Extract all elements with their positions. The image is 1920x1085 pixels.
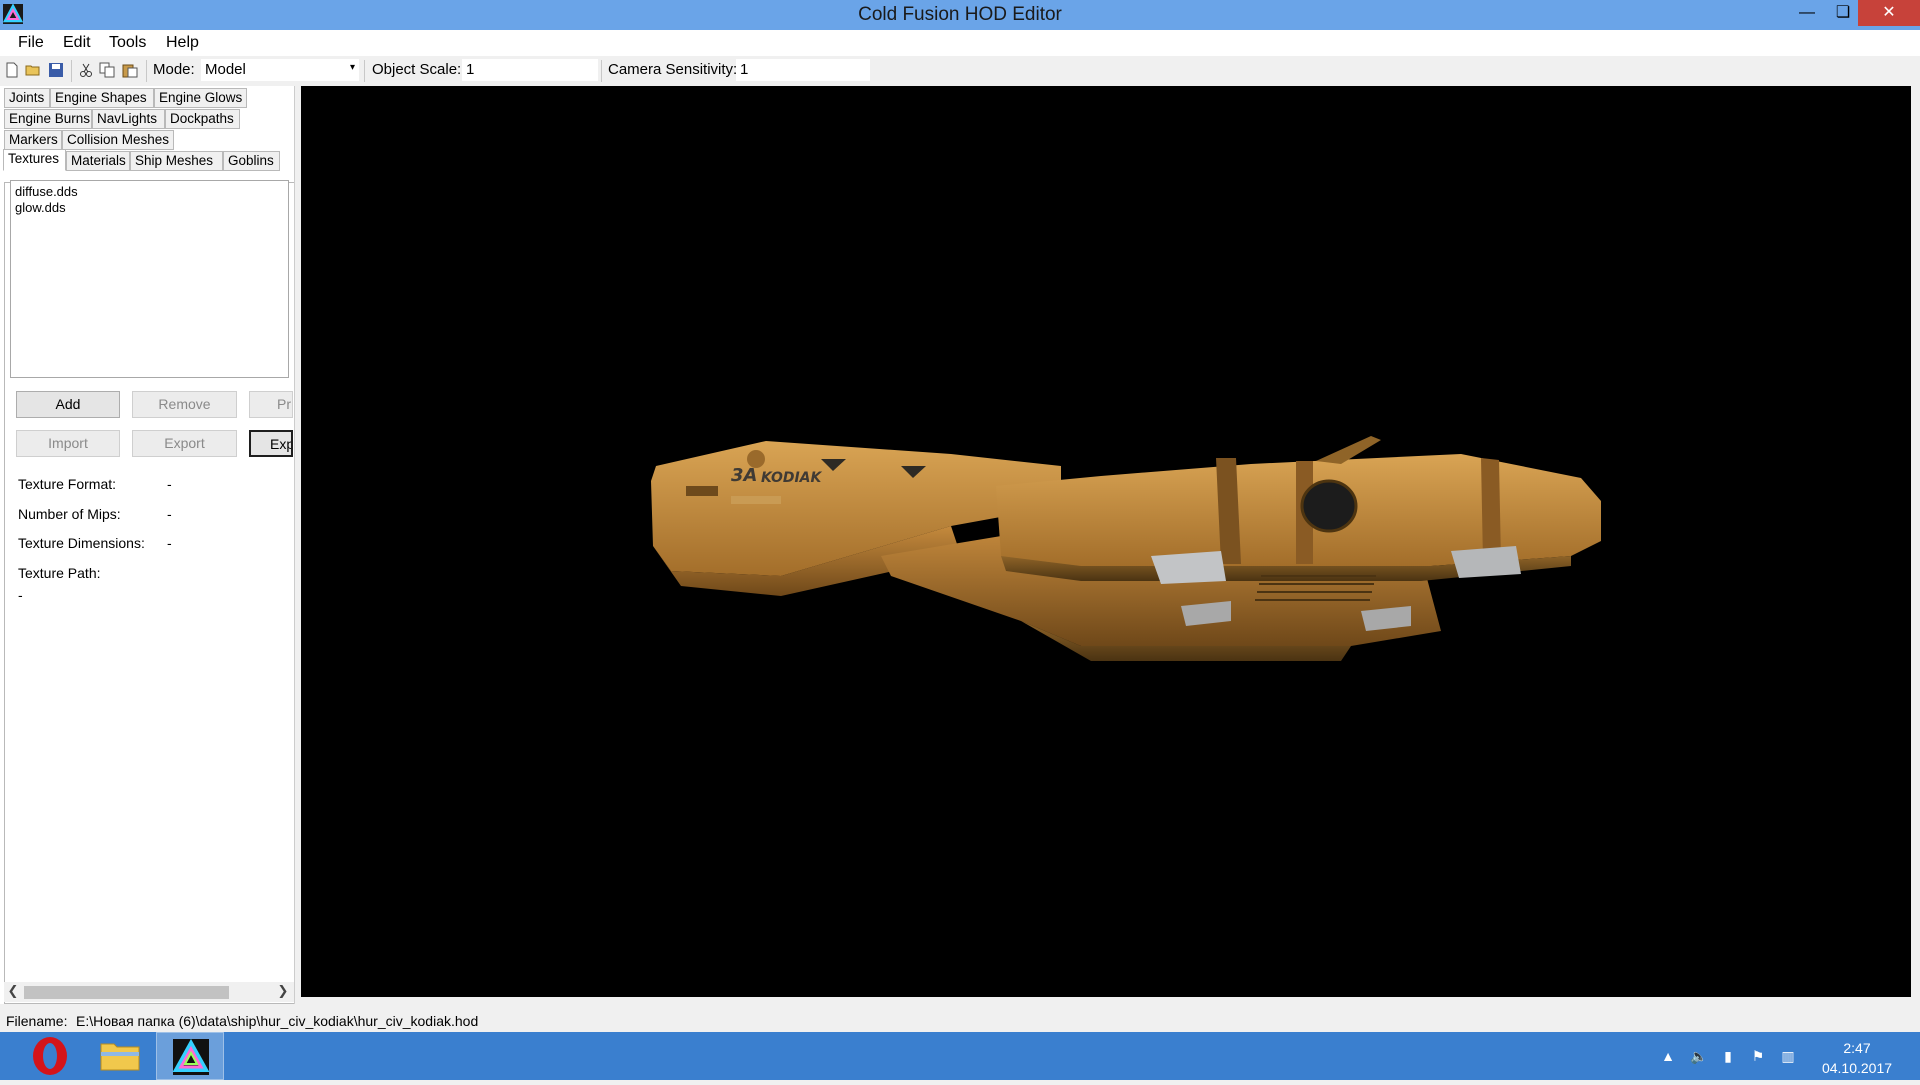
folder-icon xyxy=(100,1043,140,1071)
object-scale-input[interactable]: 1 xyxy=(462,59,598,81)
camera-sensitivity-input[interactable]: 1 xyxy=(736,59,870,81)
menu-bar: File Edit Tools Help xyxy=(0,30,1920,56)
mode-label: Mode: xyxy=(153,61,195,78)
tab-engine-burns[interactable]: Engine Burns xyxy=(4,109,92,129)
object-scale-label: Object Scale: xyxy=(372,61,462,78)
tab-dockpaths[interactable]: Dockpaths xyxy=(165,109,240,129)
clock-date[interactable]: 04.10.2017 xyxy=(1816,1060,1898,1076)
scrollbar-thumb[interactable] xyxy=(24,986,229,999)
tab-collision-meshes[interactable]: Collision Meshes xyxy=(62,130,174,150)
scroll-right-icon[interactable]: ❯ xyxy=(274,983,292,999)
add-texture-button[interactable]: Add xyxy=(16,391,120,418)
export-texture-button[interactable]: Export xyxy=(132,430,237,457)
ship-marking-number: 3A xyxy=(731,465,757,486)
list-item[interactable]: diffuse.dds xyxy=(15,184,284,200)
menu-file[interactable]: File xyxy=(18,34,44,52)
open-folder-icon[interactable] xyxy=(25,62,41,78)
close-button[interactable]: ✕ xyxy=(1858,0,1920,26)
object-scale-value: 1 xyxy=(466,61,475,78)
toolbar-separator xyxy=(71,60,72,82)
action-center-flag-icon[interactable]: ⚑ xyxy=(1750,1048,1766,1064)
taskbar-explorer-button[interactable] xyxy=(86,1032,154,1080)
import-texture-button[interactable]: Import xyxy=(16,430,120,457)
window-title: Cold Fusion HOD Editor xyxy=(858,4,1062,25)
hod-editor-icon xyxy=(172,1038,210,1075)
title-bar: Cold Fusion HOD Editor — ❏ ✕ xyxy=(0,0,1920,30)
tray-expand-icon[interactable]: ▲ xyxy=(1660,1048,1676,1064)
toolbar-separator xyxy=(146,60,147,82)
taskbar: ▲ 🔈 ▮ ⚑ ▥ 2:47 04.10.2017 xyxy=(0,1032,1920,1080)
tab-materials[interactable]: Materials xyxy=(66,151,130,171)
scroll-left-icon[interactable]: ❮ xyxy=(4,983,22,999)
toolbar: Mode: Model ▾ Object Scale: 1 Camera Sen… xyxy=(0,58,1920,84)
remove-texture-button[interactable]: Remove xyxy=(132,391,237,418)
cut-icon[interactable] xyxy=(78,62,94,78)
tab-engine-shapes[interactable]: Engine Shapes xyxy=(50,88,154,108)
texture-dimensions-value: - xyxy=(167,535,172,551)
tab-navlights[interactable]: NavLights xyxy=(92,109,165,129)
3d-viewport[interactable]: 3A KODIAK xyxy=(301,86,1911,997)
texture-format-value: - xyxy=(167,476,172,492)
texture-list[interactable]: diffuse.dds glow.dds xyxy=(10,180,289,378)
tab-textures[interactable]: Textures xyxy=(3,149,66,171)
texture-path-value: - xyxy=(18,587,23,603)
opera-icon xyxy=(33,1037,67,1075)
tab-ship-meshes[interactable]: Ship Meshes xyxy=(130,151,223,171)
filename-label: Filename: xyxy=(6,1013,68,1029)
texture-path-label: Texture Path: xyxy=(18,565,101,581)
save-icon[interactable] xyxy=(48,62,64,78)
volume-icon[interactable]: 🔈 xyxy=(1690,1048,1707,1064)
preview-texture-button[interactable]: Pr xyxy=(249,391,293,418)
paste-icon[interactable] xyxy=(122,62,138,78)
status-bar: Filename: E:\Новая папка (6)\data\ship\h… xyxy=(0,1010,1920,1032)
network-signal-icon[interactable]: ▥ xyxy=(1780,1048,1796,1064)
taskbar-hod-editor-button[interactable] xyxy=(156,1032,224,1080)
mode-value: Model xyxy=(205,61,246,78)
clock-time[interactable]: 2:47 xyxy=(1822,1040,1892,1056)
camera-sensitivity-label: Camera Sensitivity: xyxy=(608,61,738,78)
copy-icon[interactable] xyxy=(99,62,115,78)
left-panel: Joints Engine Shapes Engine Glows Engine… xyxy=(0,86,295,1004)
horizontal-scrollbar[interactable]: ❮ ❯ xyxy=(4,982,294,1002)
number-of-mips-label: Number of Mips: xyxy=(18,506,121,522)
export-all-button[interactable]: Exp xyxy=(249,430,293,457)
filename-value: E:\Новая папка (6)\data\ship\hur_civ_kod… xyxy=(76,1013,479,1029)
taskbar-opera-button[interactable] xyxy=(16,1032,84,1080)
menu-help[interactable]: Help xyxy=(166,34,199,52)
list-item[interactable]: glow.dds xyxy=(15,200,284,216)
ship-model: 3A KODIAK xyxy=(651,436,1601,661)
texture-dimensions-label: Texture Dimensions: xyxy=(18,535,145,551)
tab-goblins[interactable]: Goblins xyxy=(223,151,280,171)
ship-marking-name: KODIAK xyxy=(761,470,823,486)
texture-format-label: Texture Format: xyxy=(18,476,117,492)
camera-sensitivity-value: 1 xyxy=(740,61,749,78)
tab-joints[interactable]: Joints xyxy=(4,88,50,108)
tab-markers[interactable]: Markers xyxy=(4,130,62,150)
dropdown-arrow-icon: ▾ xyxy=(349,62,355,73)
right-border xyxy=(1911,86,1920,1004)
menu-tools[interactable]: Tools xyxy=(109,34,146,52)
toolbar-separator xyxy=(601,60,602,82)
power-icon[interactable]: ▮ xyxy=(1720,1048,1736,1064)
new-file-icon[interactable] xyxy=(4,62,20,78)
menu-edit[interactable]: Edit xyxy=(63,34,91,52)
mode-select[interactable]: Model ▾ xyxy=(201,59,359,81)
tab-engine-glows[interactable]: Engine Glows xyxy=(154,88,247,108)
number-of-mips-value: - xyxy=(167,506,172,522)
toolbar-separator xyxy=(364,60,365,82)
